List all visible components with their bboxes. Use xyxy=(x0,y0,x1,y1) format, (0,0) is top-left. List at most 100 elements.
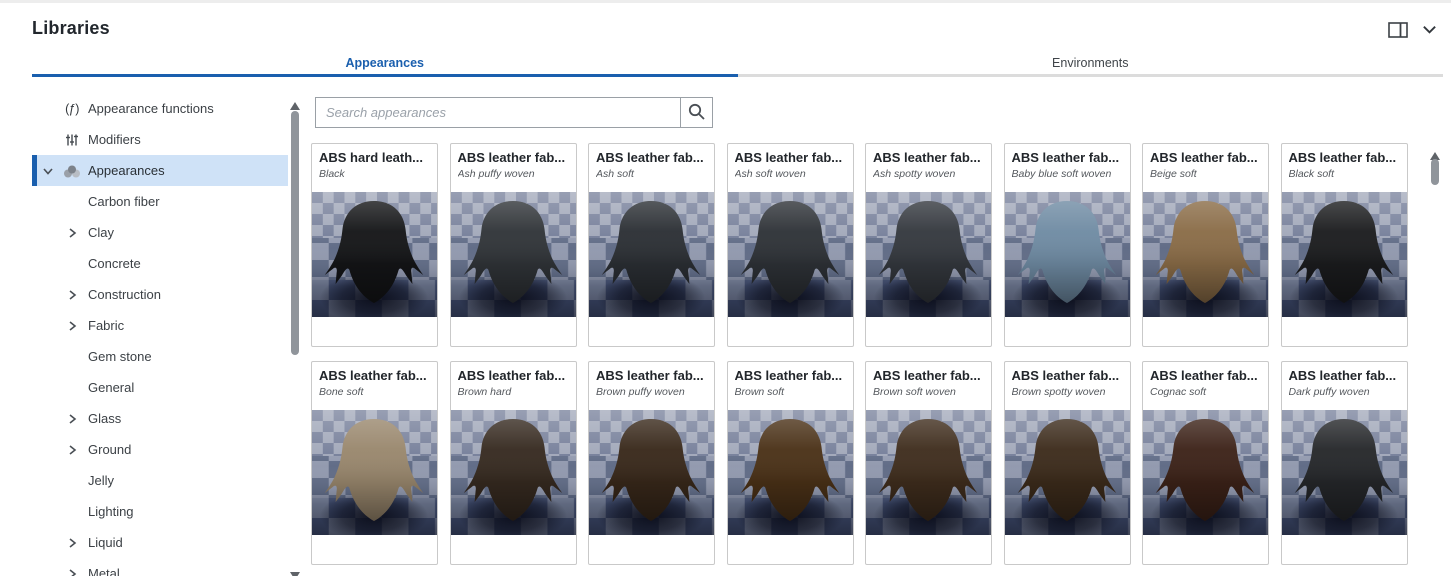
card-footer xyxy=(312,317,437,344)
appearance-card[interactable]: ABS leather fab...Ash soft xyxy=(588,143,715,347)
appearance-card[interactable]: ABS leather fab...Black soft xyxy=(1281,143,1408,347)
scroll-down-icon[interactable] xyxy=(290,567,300,576)
card-subtitle: Brown spotty woven xyxy=(1012,386,1123,398)
card-preview xyxy=(589,410,714,535)
sidebar-item-clay[interactable]: Clay xyxy=(32,217,288,248)
appearance-card[interactable]: ABS leather fab...Dark puffy woven xyxy=(1281,361,1408,565)
sidebar-item-metal[interactable]: Metal xyxy=(32,558,288,576)
sidebar-item-label: Liquid xyxy=(88,535,123,550)
appearance-card[interactable]: ABS leather fab... Ash puffy woven xyxy=(450,143,577,347)
card-subtitle: Brown hard xyxy=(458,386,569,398)
card-title: ABS leather fab... xyxy=(458,150,569,165)
content-scrollbar-thumb[interactable] xyxy=(1431,159,1439,185)
sidebar-item-appearance-functions[interactable]: (ƒ)Appearance functions xyxy=(32,93,288,124)
card-footer xyxy=(866,317,991,344)
material-preview-image xyxy=(1005,192,1130,317)
card-subtitle: Dark puffy woven xyxy=(1289,386,1400,398)
category-tree: (ƒ)Appearance functionsModifiersAppearan… xyxy=(32,93,288,576)
material-preview-image xyxy=(866,192,991,317)
card-preview xyxy=(1282,410,1407,535)
card-title: ABS leather fab... xyxy=(735,368,846,383)
appearance-card[interactable]: ABS leather fab...Ash soft woven xyxy=(727,143,854,347)
card-title: ABS hard leath... xyxy=(319,150,430,165)
search-button[interactable] xyxy=(680,97,713,128)
appearance-card[interactable]: ABS leather fab...Bone soft xyxy=(311,361,438,565)
card-header: ABS leather fab...Brown spotty woven xyxy=(1005,362,1130,410)
card-subtitle: Brown puffy woven xyxy=(596,386,707,398)
sidebar-item-ground[interactable]: Ground xyxy=(32,434,288,465)
appearance-card[interactable]: ABS leather fab...Brown spotty woven xyxy=(1004,361,1131,565)
content-scrollbar xyxy=(1429,145,1441,575)
card-footer xyxy=(1282,317,1407,344)
sidebar-item-lighting[interactable]: Lighting xyxy=(32,496,288,527)
card-subtitle: Ash puffy woven xyxy=(458,168,569,180)
chevron-right-icon[interactable] xyxy=(66,412,80,426)
sliders-icon xyxy=(59,132,85,148)
sidebar-item-appearances[interactable]: Appearances xyxy=(32,155,288,186)
appearance-card[interactable]: ABS hard leath...Black xyxy=(311,143,438,347)
appearance-card[interactable]: ABS leather fab...Brown soft xyxy=(727,361,854,565)
sidebar-scrollbar xyxy=(289,95,301,576)
card-header: ABS hard leath...Black xyxy=(312,144,437,192)
card-header: ABS leather fab...Ash soft xyxy=(589,144,714,192)
sidebar-item-label: Jelly xyxy=(88,473,114,488)
card-header: ABS leather fab...Brown puffy woven xyxy=(589,362,714,410)
chevron-right-icon[interactable] xyxy=(66,443,80,457)
library-tabs: Appearances Environments xyxy=(32,49,1443,77)
sidebar-item-modifiers[interactable]: Modifiers xyxy=(32,124,288,155)
sidebar-item-general[interactable]: General xyxy=(32,372,288,403)
search-input[interactable] xyxy=(315,97,681,128)
material-preview-image xyxy=(1143,410,1268,535)
card-preview xyxy=(312,410,437,535)
sidebar-item-jelly[interactable]: Jelly xyxy=(32,465,288,496)
sidebar-scrollbar-thumb[interactable] xyxy=(291,111,299,355)
appearance-card[interactable]: ABS leather fab...Baby blue soft woven xyxy=(1004,143,1131,347)
sidebar-item-gem-stone[interactable]: Gem stone xyxy=(32,341,288,372)
split-panel-icon[interactable] xyxy=(1388,22,1408,38)
materials-icon xyxy=(59,163,85,179)
chevron-right-icon[interactable] xyxy=(66,226,80,240)
appearance-card[interactable]: ABS leather fab...Ash spotty woven xyxy=(865,143,992,347)
material-preview-image xyxy=(312,192,437,317)
appearance-card[interactable]: ABS leather fab...Beige soft xyxy=(1142,143,1269,347)
appearance-card[interactable]: ABS leather fab...Brown puffy woven xyxy=(588,361,715,565)
chevron-right-icon[interactable] xyxy=(66,319,80,333)
card-title: ABS leather fab... xyxy=(458,368,569,383)
sidebar-item-liquid[interactable]: Liquid xyxy=(32,527,288,558)
material-preview-image xyxy=(1005,410,1130,535)
sidebar-item-label: General xyxy=(88,380,134,395)
sidebar-item-label: Construction xyxy=(88,287,161,302)
card-subtitle: Black soft xyxy=(1289,168,1400,180)
material-preview-image xyxy=(451,192,576,317)
sidebar-item-construction[interactable]: Construction xyxy=(32,279,288,310)
sidebar-item-label: Carbon fiber xyxy=(88,194,160,209)
sidebar-item-carbon-fiber[interactable]: Carbon fiber xyxy=(32,186,288,217)
material-preview-image xyxy=(1282,192,1407,317)
card-header: ABS leather fab...Baby blue soft woven xyxy=(1005,144,1130,192)
chevron-right-icon[interactable] xyxy=(66,536,80,550)
card-preview xyxy=(451,192,576,317)
sidebar-item-concrete[interactable]: Concrete xyxy=(32,248,288,279)
card-footer xyxy=(728,317,853,344)
collapse-panel-chevron-down-icon[interactable] xyxy=(1422,25,1437,35)
chevron-right-icon[interactable] xyxy=(66,288,80,302)
appearance-card[interactable]: ABS leather fab... Brown hard xyxy=(450,361,577,565)
card-header: ABS leather fab...Bone soft xyxy=(312,362,437,410)
appearance-card[interactable]: ABS leather fab...Cognac soft xyxy=(1142,361,1269,565)
card-header: ABS leather fab...Cognac soft xyxy=(1143,362,1268,410)
card-subtitle: Ash soft woven xyxy=(735,168,846,180)
tab-environments[interactable]: Environments xyxy=(738,49,1444,77)
card-title: ABS leather fab... xyxy=(873,150,984,165)
appearance-card[interactable]: ABS leather fab...Brown soft woven xyxy=(865,361,992,565)
sidebar-item-glass[interactable]: Glass xyxy=(32,403,288,434)
card-footer xyxy=(1143,317,1268,344)
sidebar-item-fabric[interactable]: Fabric xyxy=(32,310,288,341)
card-subtitle: Ash soft xyxy=(596,168,707,180)
card-preview xyxy=(1143,192,1268,317)
chevron-down-icon[interactable] xyxy=(42,164,56,178)
card-preview xyxy=(312,192,437,317)
chevron-right-icon[interactable] xyxy=(66,567,80,576)
card-subtitle: Baby blue soft woven xyxy=(1012,168,1123,180)
card-header: ABS leather fab... Ash puffy woven xyxy=(451,144,576,192)
tab-appearances[interactable]: Appearances xyxy=(32,49,738,77)
